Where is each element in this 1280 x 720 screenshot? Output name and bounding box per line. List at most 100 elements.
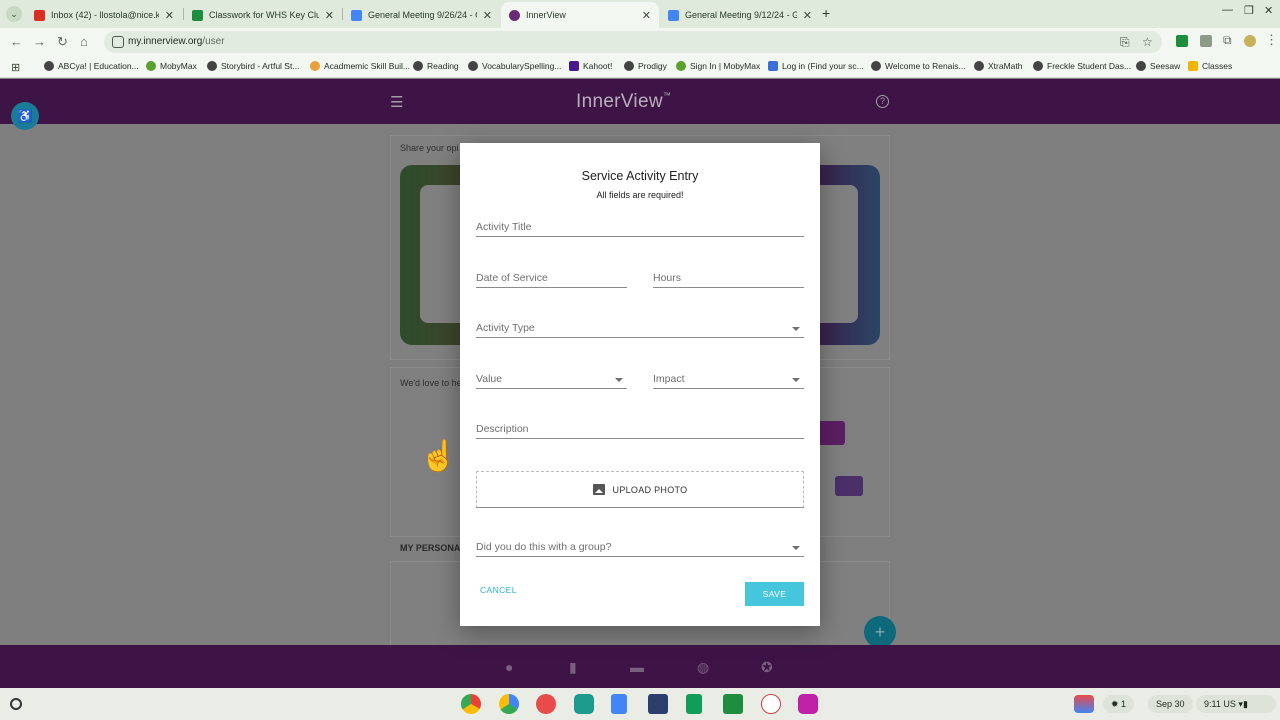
launcher-icon[interactable]	[10, 698, 22, 710]
globe-nav-icon[interactable]: ◍	[697, 659, 709, 676]
upload-photo-button[interactable]: UPLOAD PHOTO	[476, 471, 804, 508]
bookmark-label: MobyMax	[160, 61, 197, 71]
accessibility-icon[interactable]: ♿	[11, 102, 39, 130]
address-bar[interactable]: my.innerview.org/user ⎘ ☆	[104, 31, 1162, 53]
hours-field[interactable]: Hours	[653, 268, 804, 288]
value-select[interactable]: Value	[476, 369, 627, 389]
url-host: my.innerview.org	[128, 36, 203, 47]
close-tab-icon[interactable]: ✕	[483, 9, 492, 22]
drive-app-icon[interactable]	[499, 694, 519, 714]
cancel-button[interactable]: CANCEL	[480, 585, 517, 595]
bookmark-renaissance[interactable]: Welcome to Renais...	[871, 61, 966, 71]
canvas-app-icon[interactable]	[536, 694, 556, 714]
close-tab-icon[interactable]: ✕	[165, 9, 174, 22]
tab-docs-0926[interactable]: General Meeting 9/26/24 - Goo ✕	[343, 2, 500, 28]
close-tab-icon[interactable]: ✕	[325, 9, 334, 22]
bookmark-star-icon[interactable]: ☆	[1142, 35, 1153, 49]
add-fab-button[interactable]: +	[864, 616, 896, 648]
tab-search-chevron-icon[interactable]: ⌄	[6, 6, 22, 22]
bookmark-icon	[413, 61, 423, 71]
forward-arrow-icon[interactable]: →	[33, 34, 46, 49]
impact-label: Impact	[653, 373, 685, 385]
browser-menu-icon[interactable]: ⋮	[1265, 32, 1278, 48]
school-app-icon[interactable]	[648, 694, 668, 714]
hamburger-menu-icon[interactable]: ☰	[390, 93, 403, 111]
back-arrow-icon[interactable]: ←	[10, 34, 23, 49]
chrome-app-icon[interactable]	[461, 694, 481, 714]
description-field[interactable]: Description	[476, 419, 804, 439]
impact-select[interactable]: Impact	[653, 369, 804, 389]
new-tab-plus-icon[interactable]: +	[822, 5, 830, 21]
home-icon[interactable]: ⌂	[80, 34, 88, 49]
tab-title: Inbox (42) - llostola@nice.k12.	[51, 10, 159, 20]
bookmark-label: Sign In | MobyMax	[690, 61, 761, 71]
close-tab-icon[interactable]: ✕	[803, 9, 812, 22]
profile-avatar-icon[interactable]	[1244, 35, 1256, 47]
stats-nav-icon[interactable]: ▮	[569, 659, 577, 676]
app-header: ☰ InnerView™ ?	[0, 79, 1280, 124]
docs-app-icon[interactable]	[611, 694, 627, 714]
profile-nav-icon[interactable]: ●	[505, 659, 513, 675]
bookmark-label: XtraMath	[988, 61, 1023, 71]
bookmark-label: Storybird - Artful St...	[221, 61, 300, 71]
bookmark-label: Log in (Find your sc...	[782, 61, 864, 71]
bookmark-vocabulary[interactable]: VocabularySpelling...	[468, 61, 561, 71]
bookmark-reading[interactable]: Reading	[413, 61, 459, 71]
bookmark-kahoot[interactable]: Kahoot!	[569, 61, 612, 71]
extensions-puzzle-icon[interactable]: ⧉	[1223, 33, 1232, 48]
bookmark-icon	[310, 61, 320, 71]
date-tray[interactable]: Sep 30	[1148, 695, 1193, 713]
bookmark-mobymax[interactable]: MobyMax	[146, 61, 197, 71]
notification-tray[interactable]: ✹ 1	[1103, 695, 1135, 713]
tote-icon[interactable]	[1074, 695, 1094, 713]
activity-type-select[interactable]: Activity Type	[476, 318, 804, 338]
status-tray[interactable]: 9:11 US ▾▮	[1196, 695, 1276, 713]
bookmark-prodigy[interactable]: Prodigy	[624, 61, 667, 71]
stream-app-icon[interactable]	[574, 694, 594, 714]
bookmark-classes[interactable]: Classes	[1188, 61, 1232, 71]
save-button[interactable]: SAVE	[745, 582, 804, 606]
bookmark-academic[interactable]: Acadmemic Skill Buil...	[310, 61, 410, 71]
group-label: Did you do this with a group?	[476, 541, 612, 553]
bookmark-seesaw[interactable]: Seesaw	[1136, 61, 1180, 71]
close-tab-icon[interactable]: ✕	[642, 9, 651, 22]
bookmark-icon	[974, 61, 984, 71]
sheets-app-icon[interactable]	[686, 694, 702, 714]
date-of-service-field[interactable]: Date of Service	[476, 268, 627, 288]
survey-card-text: Share your opi	[400, 143, 459, 153]
close-window-icon[interactable]: ✕	[1264, 4, 1273, 17]
group-select[interactable]: Did you do this with a group?	[476, 537, 804, 557]
bookmark-icon	[44, 61, 54, 71]
bookmark-abcya[interactable]: ABCya! | Education...	[44, 61, 139, 71]
activity-title-label: Activity Title	[476, 221, 532, 233]
extension-icon[interactable]	[1200, 35, 1212, 47]
tab-classroom[interactable]: Classwork for WHS Key Club 2 ✕	[184, 2, 342, 28]
maximize-icon[interactable]: ❐	[1244, 4, 1254, 17]
tab-innerview[interactable]: InnerView ✕	[501, 2, 659, 28]
activity-title-field[interactable]: Activity Title	[476, 217, 804, 237]
bookmark-storybird[interactable]: Storybird - Artful St...	[207, 61, 299, 71]
badge-nav-icon[interactable]: ✪	[761, 659, 773, 676]
site-info-icon[interactable]	[112, 36, 124, 48]
extension-icon[interactable]	[1176, 35, 1188, 47]
classroom-app-icon[interactable]	[723, 694, 743, 714]
help-icon[interactable]: ?	[876, 95, 889, 108]
wave-app-icon[interactable]	[761, 694, 781, 714]
tab-gmail[interactable]: Inbox (42) - llostola@nice.k12. ✕	[26, 2, 182, 28]
bookmark-login[interactable]: Log in (Find your sc...	[768, 61, 864, 71]
tab-docs-0912[interactable]: General Meeting 9/12/24 - Goo ✕	[660, 2, 820, 28]
bookmark-xtramath[interactable]: XtraMath	[974, 61, 1023, 71]
bookmark-icon	[624, 61, 634, 71]
paint-app-icon[interactable]	[798, 694, 818, 714]
bookmark-mobymax-signin[interactable]: Sign In | MobyMax	[676, 61, 760, 71]
innerview-logo[interactable]: InnerView™	[576, 91, 671, 113]
dropdown-arrow-icon	[792, 546, 800, 550]
reload-icon[interactable]: ↻	[57, 34, 68, 50]
minimize-icon[interactable]: —	[1222, 4, 1233, 16]
bookmark-label: Freckle Student Das...	[1047, 61, 1132, 71]
add-folder-nav-icon[interactable]: ▬	[630, 659, 644, 675]
feedback-card-text: We'd love to he	[400, 378, 462, 388]
apps-grid-icon[interactable]: ⊞	[11, 61, 20, 74]
bookmark-freckle[interactable]: Freckle Student Das...	[1033, 61, 1131, 71]
install-app-icon[interactable]: ⎘	[1120, 35, 1130, 50]
